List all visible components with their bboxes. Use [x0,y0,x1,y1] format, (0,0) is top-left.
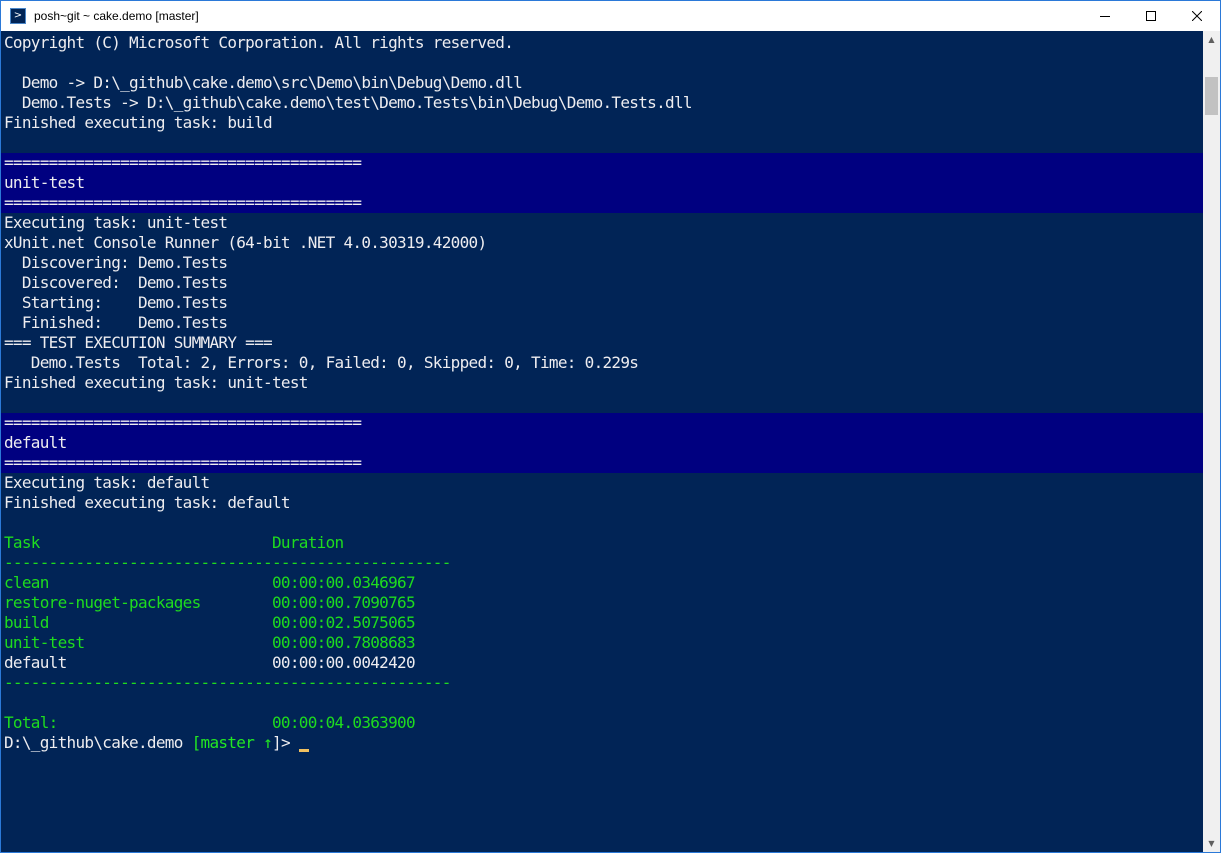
prompt-path: D:\_github\cake.demo [4,733,192,752]
minimize-icon [1100,16,1110,17]
text-cursor [298,749,309,752]
summary-row: restore-nuget-packages 00:00:00.7090765 [4,593,416,612]
prompt-suffix: > [280,733,299,752]
scroll-up-button[interactable]: ▲ [1203,31,1220,48]
close-icon [1192,11,1202,21]
summary-row: unit-test 00:00:00.7808683 [4,633,416,652]
vertical-scrollbar[interactable]: ▲ ▼ [1203,31,1220,852]
console-line: xUnit.net Console Runner (64-bit .NET 4.… [4,233,487,252]
powershell-icon[interactable]: > [10,8,26,24]
console-lines: Copyright (C) Microsoft Corporation. All… [1,33,1203,753]
summary-row: build 00:00:02.5075065 [4,613,416,632]
scroll-down-button[interactable]: ▼ [1203,835,1220,852]
task-header-separator: ======================================== [1,413,1203,433]
close-button[interactable] [1174,1,1220,31]
console-line: Finished: Demo.Tests [4,313,228,332]
console-line: Finished executing task: default [4,493,291,512]
chevron-down-icon: ▼ [1208,839,1215,848]
console-line: Copyright (C) Microsoft Corporation. All… [4,33,514,52]
maximize-icon [1146,11,1156,21]
minimize-button[interactable] [1082,1,1128,31]
task-header-title: default [1,433,1203,453]
task-header-separator: ======================================== [1,453,1203,473]
summary-row: clean 00:00:00.0346967 [4,573,416,592]
console-line: Demo.Tests -> D:\_github\cake.demo\test\… [4,93,693,112]
summary-header: Task Duration [4,533,344,552]
summary-total: Total: 00:00:04.0363900 [4,713,416,732]
console-output[interactable]: Copyright (C) Microsoft Corporation. All… [1,31,1203,852]
summary-separator: ----------------------------------------… [4,553,451,572]
title-bar[interactable]: > posh~git ~ cake.demo [master] [1,1,1220,31]
console-line: Finished executing task: unit-test [4,373,308,392]
maximize-button[interactable] [1128,1,1174,31]
scrollbar-thumb[interactable] [1205,77,1218,115]
summary-separator: ----------------------------------------… [4,673,451,692]
window-controls [1082,1,1220,31]
git-branch-open: [master [191,733,264,752]
chevron-up-icon: ▲ [1208,35,1215,44]
console-line: === TEST EXECUTION SUMMARY === [4,333,273,352]
console-line: Executing task: unit-test [4,213,228,232]
task-header-separator: ======================================== [1,153,1203,173]
console-line: Finished executing task: build [4,113,273,132]
console-line: Discovering: Demo.Tests [4,253,228,272]
console-line: Starting: Demo.Tests [4,293,228,312]
window-title: posh~git ~ cake.demo [master] [34,9,199,23]
git-branch-close: ] [272,733,282,752]
console-line: Demo -> D:\_github\cake.demo\src\Demo\bi… [4,73,523,92]
prompt-line[interactable]: D:\_github\cake.demo [master ↑]> [4,733,1203,753]
task-header-title: unit-test [1,173,1203,193]
console-line: Demo.Tests Total: 2, Errors: 0, Failed: … [4,353,639,372]
console-window: > posh~git ~ cake.demo [master] Copyrigh… [0,0,1221,853]
ahead-arrow-icon: ↑ [263,733,273,752]
task-header-separator: ======================================== [1,193,1203,213]
console-line: Discovered: Demo.Tests [4,273,228,292]
console-line: Executing task: default [4,473,210,492]
summary-row: default 00:00:00.0042420 [4,653,416,672]
